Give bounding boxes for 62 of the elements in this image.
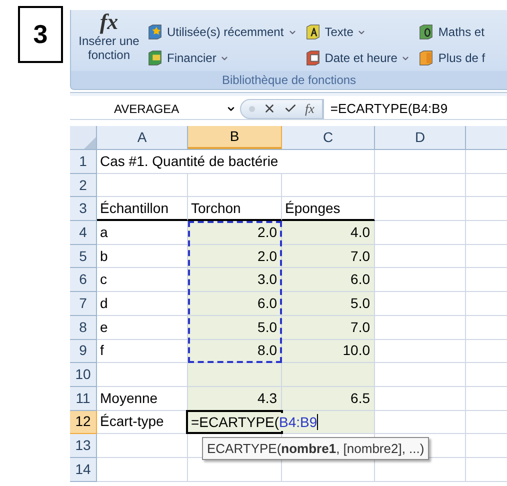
step-number: 3 bbox=[18, 6, 63, 63]
row-header[interactable]: 14 bbox=[70, 458, 97, 482]
table-cell: Éponges bbox=[282, 197, 375, 222]
table-cell: d bbox=[97, 292, 188, 316]
formula-field[interactable]: =ECARTYPE(B4:B9 bbox=[323, 98, 507, 118]
insert-function-icon[interactable]: fx bbox=[305, 98, 314, 118]
table-cell: 6.0 bbox=[282, 268, 375, 292]
column-header[interactable]: A bbox=[97, 126, 188, 149]
column-header[interactable]: D bbox=[375, 126, 466, 149]
column-header[interactable]: B bbox=[188, 126, 282, 149]
ribbon-menu-button[interactable]: Financier bbox=[147, 48, 297, 68]
function-tooltip: ECARTYPE(nombre1, [nombre2], ...) bbox=[202, 436, 430, 460]
table-cell: 4.0 bbox=[282, 221, 375, 245]
row-header[interactable]: 7 bbox=[70, 292, 97, 316]
ribbon-menu-button[interactable]: Utilisée(s) récemment bbox=[147, 22, 297, 42]
row-header[interactable]: 3 bbox=[70, 197, 97, 222]
calendar-book-icon bbox=[304, 50, 321, 66]
cancel-icon[interactable] bbox=[263, 102, 276, 115]
ribbon-menu-button[interactable]: Texte bbox=[304, 22, 410, 42]
triangle-icon bbox=[84, 137, 96, 149]
row-header[interactable]: 12 bbox=[70, 410, 97, 434]
group-label: Bibliothèque de fonctions bbox=[71, 71, 507, 89]
money-book-icon bbox=[147, 50, 163, 66]
table-cell: 5.0 bbox=[282, 292, 375, 316]
table-cell: 10.0 bbox=[282, 340, 375, 364]
check-icon[interactable] bbox=[284, 102, 297, 115]
table-cell: a bbox=[97, 221, 188, 245]
column-header[interactable]: C bbox=[282, 126, 375, 149]
table-cell: c bbox=[97, 268, 188, 292]
table-cell: b bbox=[97, 244, 188, 268]
star-book-icon bbox=[147, 24, 163, 40]
table-cell: 2.0 bbox=[188, 244, 282, 268]
letter-book-icon bbox=[304, 24, 321, 40]
table-cell: Torchon bbox=[188, 197, 282, 222]
ribbon-menu-button[interactable]: Date et heure bbox=[304, 48, 410, 68]
row-header[interactable]: 13 bbox=[70, 434, 97, 458]
insert-function-button[interactable]: fx Insérer une fonction bbox=[71, 10, 147, 62]
table-cell: 7.0 bbox=[282, 316, 375, 340]
row-header[interactable]: 11 bbox=[70, 386, 97, 411]
table-cell: 3.0 bbox=[188, 268, 282, 292]
theta-book-icon bbox=[418, 24, 434, 40]
row-header[interactable]: 1 bbox=[70, 150, 97, 174]
row-header[interactable]: 4 bbox=[70, 221, 97, 245]
table-cell: 6.5 bbox=[282, 386, 375, 411]
table-cell: 4.3 bbox=[188, 386, 282, 411]
table-cell: e bbox=[97, 316, 188, 340]
table-cell: 2.0 bbox=[188, 221, 282, 245]
row-header[interactable]: 6 bbox=[70, 268, 97, 292]
row-header[interactable]: 10 bbox=[70, 363, 97, 387]
row-header[interactable]: 5 bbox=[70, 244, 97, 268]
row-header[interactable]: 8 bbox=[70, 316, 97, 340]
ribbon-menu-button[interactable]: Maths et bbox=[418, 22, 486, 42]
row-header[interactable]: 2 bbox=[70, 174, 97, 198]
cell-formula[interactable]: =ECARTYPE(B4:B9 bbox=[191, 412, 318, 431]
books-icon bbox=[418, 50, 434, 66]
name-box[interactable]: AVERAGEA bbox=[70, 98, 240, 118]
ribbon-menu-button[interactable]: Plus de f bbox=[418, 48, 486, 68]
table-cell: 6.0 bbox=[188, 292, 282, 316]
table-cell: 5.0 bbox=[188, 316, 282, 340]
table-cell: 7.0 bbox=[282, 244, 375, 268]
row-header[interactable]: 9 bbox=[70, 340, 97, 364]
table-cell: f bbox=[97, 340, 188, 364]
